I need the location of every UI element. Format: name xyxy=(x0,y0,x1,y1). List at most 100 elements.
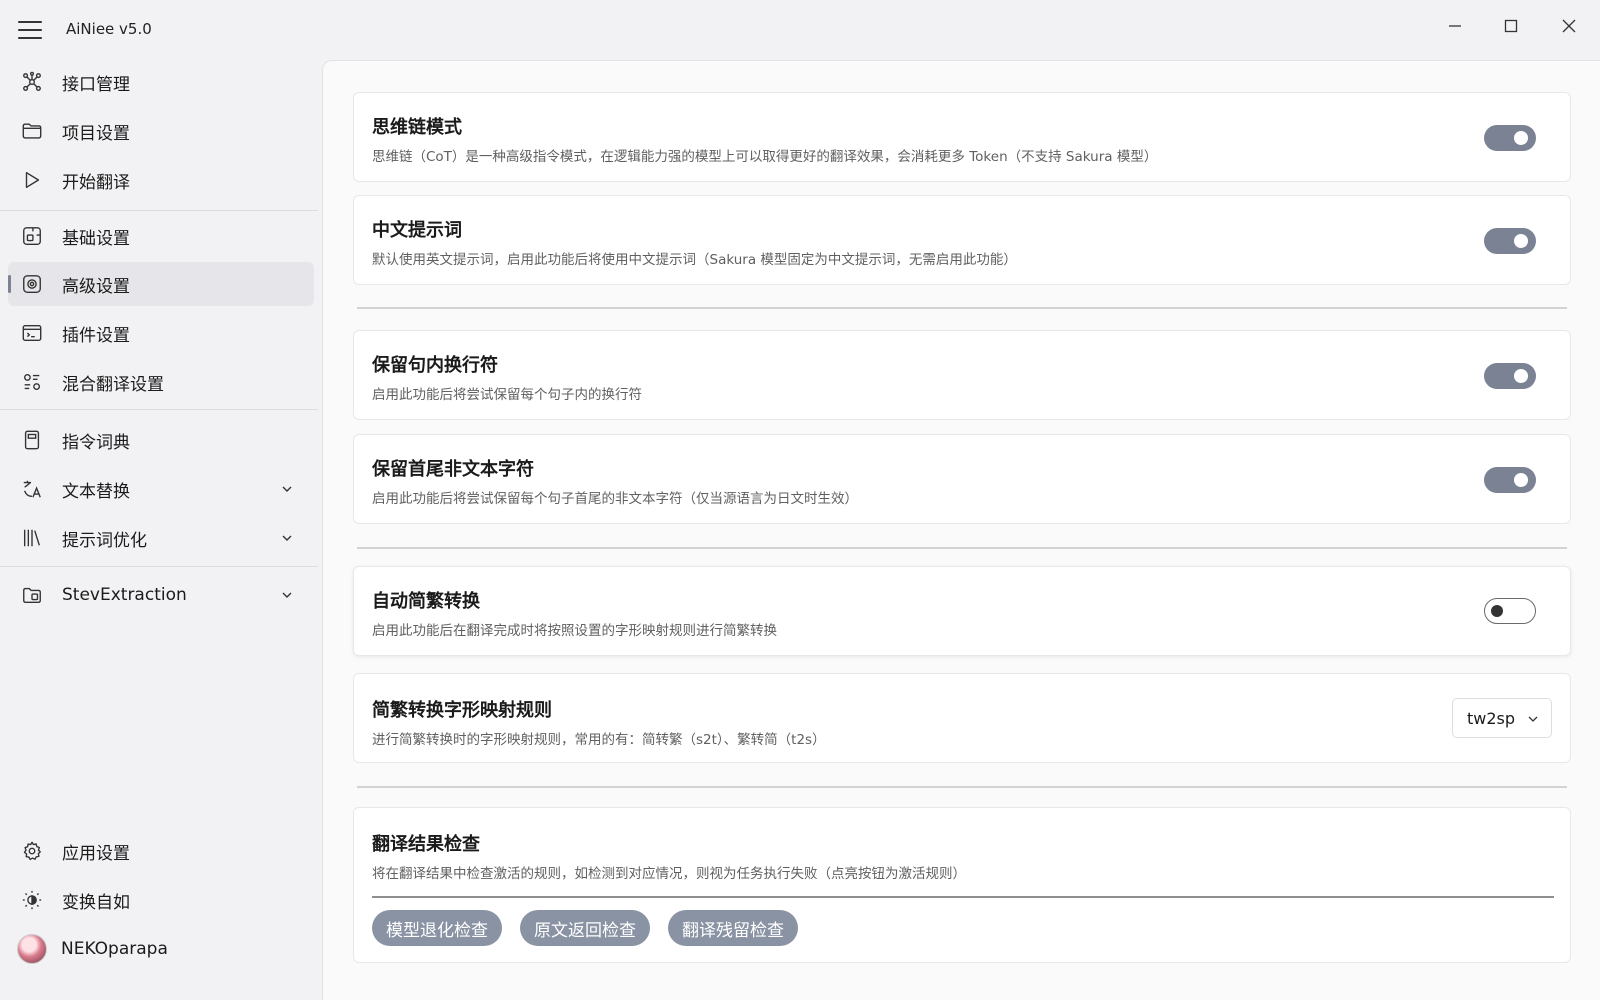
sidebar-item-app-settings[interactable]: 应用设置 xyxy=(8,829,314,873)
app-title: AiNiee v5.0 xyxy=(66,20,152,38)
sidebar-item-user[interactable]: NEKOparapa xyxy=(8,927,314,971)
extraction-icon xyxy=(20,583,44,607)
setting-title: 自动简繁转换 xyxy=(372,591,480,612)
setting-title: 简繁转换字形映射规则 xyxy=(372,700,552,721)
title-bar: AiNiee v5.0 xyxy=(0,0,1600,58)
play-icon xyxy=(20,168,44,192)
chevron-down-icon xyxy=(1528,716,1538,722)
minimize-button[interactable] xyxy=(1428,6,1482,46)
section-divider xyxy=(357,307,1567,309)
sidebar-divider xyxy=(0,210,318,211)
setting-title: 保留句内换行符 xyxy=(372,355,498,376)
user-name: NEKOparapa xyxy=(61,939,168,959)
chevron-down-icon xyxy=(282,592,292,598)
settings-panel: 思维链模式 思维链（CoT）是一种高级指令模式，在逻辑能力强的模型上可以取得更好… xyxy=(322,60,1600,1000)
sidebar-item-prompt[interactable]: 提示词优化 xyxy=(8,516,314,560)
advanced-settings-icon xyxy=(20,272,44,296)
avatar xyxy=(17,934,47,964)
setting-card-auto-convert: 自动简繁转换 启用此功能后在翻译完成时将按照设置的字形映射规则进行简繁转换 xyxy=(353,566,1571,656)
sidebar-item-label: 开始翻译 xyxy=(62,172,130,193)
sidebar-divider xyxy=(0,409,318,410)
toggle-knob xyxy=(1514,131,1528,145)
mixed-translation-icon xyxy=(20,370,44,394)
setting-card-convert-rule: 简繁转换字形映射规则 进行简繁转换时的字形映射规则，常用的有：简转繁（s2t）、… xyxy=(353,673,1571,763)
maximize-icon xyxy=(1504,19,1518,33)
convert-rule-value: tw2sp xyxy=(1467,708,1516,728)
toggle-knob xyxy=(1514,234,1528,248)
setting-description: 启用此功能后在翻译完成时将按照设置的字形映射规则进行简繁转换 xyxy=(372,623,777,639)
setting-description: 将在翻译结果中检查激活的规则，如检测到对应情况，则视为任务执行失败（点亮按钮为激… xyxy=(372,866,966,882)
section-divider xyxy=(357,547,1567,549)
setting-description: 思维链（CoT）是一种高级指令模式，在逻辑能力强的模型上可以取得更好的翻译效果，… xyxy=(372,149,1158,165)
sidebar-item-label: 变换自如 xyxy=(62,892,130,913)
card-divider xyxy=(372,896,1554,898)
sidebar-item-label: 插件设置 xyxy=(62,325,130,346)
keep-nontext-toggle[interactable] xyxy=(1484,467,1536,493)
setting-card-cot: 思维链模式 思维链（CoT）是一种高级指令模式，在逻辑能力强的模型上可以取得更好… xyxy=(353,92,1571,182)
source-return-check-button[interactable]: 原文返回检查 xyxy=(520,910,650,946)
maximize-button[interactable] xyxy=(1484,6,1538,46)
toggle-knob xyxy=(1514,473,1528,487)
setting-card-keep-nontext: 保留首尾非文本字符 启用此功能后将尝试保留每个句子首尾的非文本字符（仅当源语言为… xyxy=(353,434,1571,524)
sidebar-item-plugin[interactable]: 插件设置 xyxy=(8,311,314,355)
residue-check-button[interactable]: 翻译残留检查 xyxy=(668,910,798,946)
sidebar-item-label: StevExtraction xyxy=(62,585,187,605)
plugin-icon xyxy=(20,321,44,345)
sidebar-item-stevextraction[interactable]: StevExtraction xyxy=(8,573,314,617)
setting-title: 翻译结果检查 xyxy=(372,834,480,855)
library-icon xyxy=(20,526,44,550)
setting-card-cn-prompt: 中文提示词 默认使用英文提示词，启用此功能后将使用中文提示词（Sakura 模型… xyxy=(353,195,1571,285)
sidebar-item-basic[interactable]: 基础设置 xyxy=(8,214,314,258)
sidebar-item-replace[interactable]: 文本替换 xyxy=(8,467,314,511)
setting-card-keep-linebreak: 保留句内换行符 启用此功能后将尝试保留每个句子内的换行符 xyxy=(353,330,1571,420)
sidebar: 接口管理 项目设置 开始翻译 基础设置 高级设置 插件设置 混合翻译设置 指令词… xyxy=(0,58,320,1000)
setting-description: 启用此功能后将尝试保留每个句子内的换行符 xyxy=(372,387,642,403)
sidebar-item-api[interactable]: 接口管理 xyxy=(8,60,314,104)
book-icon xyxy=(20,428,44,452)
chevron-down-icon xyxy=(282,535,292,541)
setting-description: 启用此功能后将尝试保留每个句子首尾的非文本字符（仅当源语言为日文时生效） xyxy=(372,491,858,507)
toggle-knob xyxy=(1491,604,1503,617)
sidebar-item-advanced[interactable]: 高级设置 xyxy=(8,262,314,306)
sidebar-item-label: 文本替换 xyxy=(62,481,130,502)
sidebar-item-theme[interactable]: 变换自如 xyxy=(8,878,314,922)
chevron-down-icon xyxy=(282,486,292,492)
basic-settings-icon xyxy=(20,224,44,248)
theme-toggle-icon xyxy=(20,888,44,912)
sidebar-item-project[interactable]: 项目设置 xyxy=(8,109,314,153)
cot-toggle[interactable] xyxy=(1484,125,1536,151)
gear-icon xyxy=(20,839,44,863)
sidebar-divider xyxy=(0,566,318,567)
sidebar-item-mixed[interactable]: 混合翻译设置 xyxy=(8,360,314,404)
convert-rule-select[interactable]: tw2sp xyxy=(1452,698,1552,738)
text-replace-icon xyxy=(20,477,44,501)
sidebar-item-label: 指令词典 xyxy=(62,432,130,453)
section-divider xyxy=(357,786,1567,788)
sidebar-item-label: 应用设置 xyxy=(62,843,130,864)
degradation-check-button[interactable]: 模型退化检查 xyxy=(372,910,502,946)
sidebar-item-label: 项目设置 xyxy=(62,123,130,144)
sidebar-item-dictionary[interactable]: 指令词典 xyxy=(8,418,314,462)
setting-title: 思维链模式 xyxy=(372,117,462,138)
keep-linebreak-toggle[interactable] xyxy=(1484,363,1536,389)
toggle-knob xyxy=(1514,369,1528,383)
setting-description: 默认使用英文提示词，启用此功能后将使用中文提示词（Sakura 模型固定为中文提… xyxy=(372,252,1017,268)
sidebar-item-label: 混合翻译设置 xyxy=(62,374,164,395)
sidebar-item-label: 接口管理 xyxy=(62,74,130,95)
auto-convert-toggle[interactable] xyxy=(1484,598,1536,624)
close-icon xyxy=(1562,19,1576,33)
network-icon xyxy=(20,70,44,94)
sidebar-item-label: 高级设置 xyxy=(62,276,130,297)
close-button[interactable] xyxy=(1542,6,1596,46)
setting-card-result-check: 翻译结果检查 将在翻译结果中检查激活的规则，如检测到对应情况，则视为任务执行失败… xyxy=(353,807,1571,963)
minimize-icon xyxy=(1449,25,1461,27)
sidebar-item-label: 提示词优化 xyxy=(62,530,147,551)
setting-description: 进行简繁转换时的字形映射规则，常用的有：简转繁（s2t）、繁转简（t2s） xyxy=(372,732,826,748)
menu-icon[interactable] xyxy=(18,18,42,42)
sidebar-item-start[interactable]: 开始翻译 xyxy=(8,158,314,202)
cn-prompt-toggle[interactable] xyxy=(1484,228,1536,254)
folder-icon xyxy=(20,119,44,143)
sidebar-item-label: 基础设置 xyxy=(62,228,130,249)
setting-title: 中文提示词 xyxy=(372,220,462,241)
setting-title: 保留首尾非文本字符 xyxy=(372,459,534,480)
